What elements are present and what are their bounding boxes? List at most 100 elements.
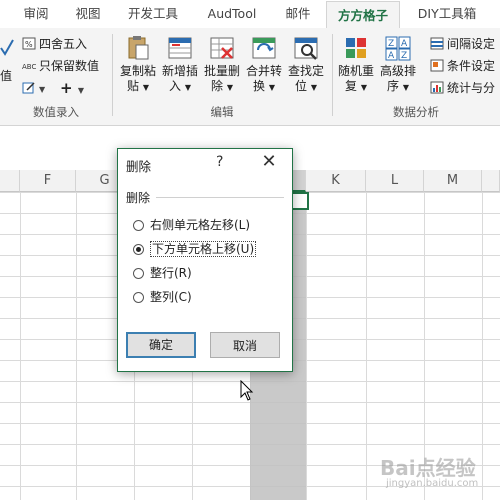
svg-text:ABC: ABC [22, 63, 36, 71]
option-shift-left[interactable]: 右侧单元格左移(L) [133, 215, 250, 235]
option-entire-column[interactable]: 整列(C) [133, 287, 192, 307]
group-label-analysis: 数据分析 [393, 105, 439, 119]
find-label-2: 位 ▼ [295, 79, 317, 93]
baidu-watermark-url: jingyan.baidu.com [386, 478, 479, 489]
svg-text:A: A [401, 39, 408, 49]
svg-text:A: A [388, 51, 395, 61]
dialog-title: 删除 [126, 159, 152, 174]
option-entire-column-label: 整列(C) [150, 290, 192, 304]
merge-convert-button[interactable]: 合并转 换 ▼ [244, 34, 284, 95]
column-header-f[interactable]: F [20, 170, 76, 192]
svg-text:Z: Z [388, 39, 394, 49]
statistics-icon [430, 81, 444, 94]
plus-button[interactable]: + ▼ [60, 78, 84, 98]
grid-line [76, 192, 77, 500]
option-shift-up-label: 下方单元格上移(U) [150, 241, 257, 257]
batch-delete-label-1: 批量删 [203, 64, 240, 78]
delete-table-icon [210, 37, 234, 59]
advanced-sort-button[interactable]: Z A A Z 高级排 序 ▼ [378, 34, 418, 95]
copy-paste-label-1: 复制粘 [119, 64, 156, 78]
grid-line [306, 192, 307, 500]
tab-developer[interactable]: 开发工具 [120, 0, 186, 28]
conditional-label: 条件设定 [447, 59, 496, 73]
conditional-icon [430, 59, 444, 72]
sort-az-icon: Z A A Z [385, 36, 411, 61]
options-group-label: 删除 [126, 191, 151, 205]
statistics-label: 统计与分 [447, 81, 496, 95]
batch-delete-label-2: 除 ▼ [211, 79, 233, 93]
group-label-datainput: 数值录入 [33, 105, 79, 119]
random-icon [346, 38, 366, 58]
check-icon [0, 39, 14, 56]
find-locate-button[interactable]: 查找定 位 ▼ [286, 34, 326, 95]
chevron-down-icon: ▼ [39, 85, 46, 94]
plus-label: + [60, 79, 73, 97]
tab-mail[interactable]: 邮件 [276, 0, 320, 28]
random-label-2: 复 ▼ [345, 79, 367, 93]
cancel-button[interactable]: 取消 [210, 332, 280, 358]
column-header-l[interactable]: L [366, 170, 424, 192]
radio-entire-row[interactable] [133, 268, 144, 279]
clipboard-icon [128, 36, 149, 60]
value-label: 值 [0, 69, 13, 83]
random-label-1: 随机重 [337, 64, 374, 78]
tab-review[interactable]: 审阅 [14, 0, 58, 28]
insert-label-2: 入 ▼ [169, 79, 191, 93]
interval-label: 间隔设定 [447, 37, 496, 51]
option-shift-left-label: 右侧单元格左移(L) [150, 218, 251, 232]
tab-audtool[interactable]: AudTool [196, 0, 268, 28]
tab-view[interactable]: 视图 [66, 0, 110, 28]
insert-label-1: 新增插 [161, 64, 198, 78]
group-divider [156, 197, 284, 198]
baidu-watermark: Bai点经验 [380, 456, 476, 480]
abc-icon: ABC [22, 63, 36, 71]
close-icon[interactable]: ✕ [258, 152, 280, 172]
insert-table-icon [168, 37, 192, 59]
column-header-m[interactable]: M [424, 170, 482, 192]
find-label-1: 查找定 [287, 64, 324, 78]
column-header-partial[interactable] [482, 170, 500, 192]
edit-dropdown-button[interactable]: ▼ [22, 78, 45, 98]
random-repeat-button[interactable]: 随机重 复 ▼ [336, 34, 376, 95]
statistics-button[interactable]: 统计与分 [430, 78, 495, 98]
ribbon-tab-bar: 审阅 视图 开发工具 AudTool 邮件 方方格子 DIY工具箱 [0, 0, 500, 29]
copy-paste-button[interactable]: 复制粘 贴 ▼ [118, 34, 158, 95]
value-button-partial[interactable]: 值 [0, 66, 12, 86]
radio-entire-column[interactable] [133, 292, 144, 303]
insert-button[interactable]: 新增插 入 ▼ [160, 34, 200, 95]
sort-label-2: 序 ▼ [387, 79, 409, 93]
batch-delete-button[interactable]: 批量删 除 ▼ [202, 34, 242, 95]
merge-icon [252, 37, 276, 59]
conditional-setting-button[interactable]: 条件设定 [430, 56, 495, 76]
group-label-edit: 编辑 [210, 105, 234, 119]
grid-line [482, 192, 483, 500]
ok-button[interactable]: 确定 [126, 332, 196, 358]
column-header-partial[interactable] [0, 170, 20, 192]
radio-shift-up[interactable] [133, 244, 144, 255]
column-header-k[interactable]: K [306, 170, 366, 192]
radio-shift-left[interactable] [133, 220, 144, 231]
round-button[interactable]: % 四舍五入 [22, 34, 87, 54]
option-shift-up[interactable]: 下方单元格上移(U) [133, 239, 257, 259]
sort-label-1: 高级排 [379, 64, 416, 78]
merge-label-2: 换 ▼ [253, 79, 275, 93]
grid-line [20, 192, 21, 500]
copy-paste-label-2: 贴 ▼ [127, 79, 149, 93]
round-label: 四舍五入 [39, 37, 88, 51]
svg-text:Z: Z [401, 51, 407, 61]
edit-icon [22, 82, 35, 94]
mouse-cursor-icon [240, 380, 254, 401]
chevron-down-icon: ▼ [77, 86, 84, 95]
keep-values-button[interactable]: ABC 只保留数值 [22, 56, 99, 76]
round-icon: % [22, 37, 36, 50]
tab-fangfanggezi[interactable]: 方方格子 [326, 1, 400, 29]
interval-setting-button[interactable]: 间隔设定 [430, 34, 495, 54]
grid-line [366, 192, 367, 500]
keep-values-label: 只保留数值 [39, 59, 100, 73]
option-entire-row[interactable]: 整行(R) [133, 263, 192, 283]
ribbon: 值 % 四舍五入 ABC 只保留数值 ▼ + ▼ 数值录入 复制粘 贴 ▼ 新增… [0, 28, 500, 126]
interval-icon [430, 37, 444, 50]
help-icon[interactable]: ? [216, 154, 223, 170]
merge-label-1: 合并转 [245, 64, 282, 78]
tab-diy-toolbox[interactable]: DIY工具箱 [408, 0, 486, 28]
